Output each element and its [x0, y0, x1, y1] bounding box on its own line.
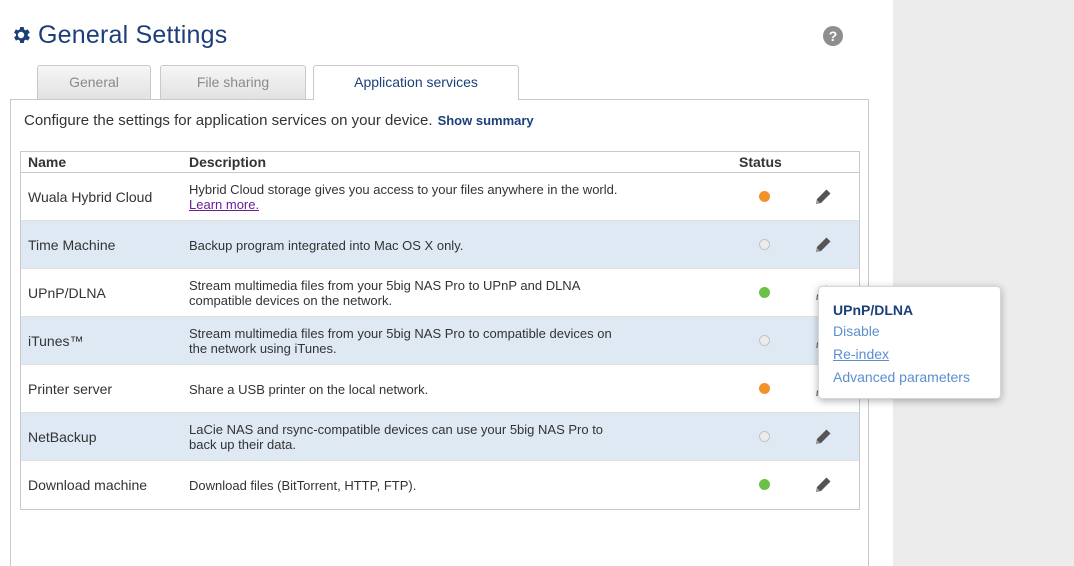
- table-row: iTunes™ Stream multimedia files from you…: [21, 317, 859, 365]
- status-indicator: [759, 431, 770, 442]
- column-header-description: Description: [189, 154, 267, 170]
- menu-item-advanced-parameters[interactable]: Advanced parameters: [833, 366, 1000, 389]
- tab-file-sharing[interactable]: File sharing: [160, 65, 306, 99]
- intro-text: Configure the settings for application s…: [24, 112, 534, 129]
- service-name: Time Machine: [28, 237, 116, 253]
- description-line: Stream multimedia files from your 5big N…: [189, 278, 581, 293]
- description-line: the network using iTunes.: [189, 341, 337, 356]
- service-description: Stream multimedia files from your 5big N…: [189, 269, 734, 317]
- pencil-icon[interactable]: [813, 475, 833, 495]
- table-row: Download machine Download files (BitTorr…: [21, 461, 859, 509]
- description-line: Stream multimedia files from your 5big N…: [189, 326, 612, 341]
- service-name: Download machine: [28, 477, 148, 493]
- menu-item-re-index[interactable]: Re-index: [833, 343, 1000, 366]
- status-indicator: [759, 479, 770, 490]
- pencil-icon[interactable]: [813, 187, 833, 207]
- learn-more-link[interactable]: Learn more.: [189, 197, 259, 212]
- tab-application-services[interactable]: Application services: [313, 65, 519, 100]
- column-header-status: Status: [739, 154, 782, 170]
- right-side-panel: [893, 0, 1074, 566]
- service-description: Backup program integrated into Mac OS X …: [189, 221, 734, 269]
- table-row: Time Machine Backup program integrated i…: [21, 221, 859, 269]
- service-name: iTunes™: [28, 333, 84, 349]
- status-indicator: [759, 239, 770, 250]
- status-indicator: [759, 335, 770, 346]
- description-line: Download files (BitTorrent, HTTP, FTP).: [189, 477, 417, 493]
- pencil-icon[interactable]: [813, 235, 833, 255]
- question-circle-icon[interactable]: ?: [823, 26, 843, 46]
- page-title: General Settings: [38, 20, 228, 49]
- description-line: compatible devices on the network.: [189, 293, 393, 308]
- show-summary-link[interactable]: Show summary: [438, 113, 534, 128]
- menu-item-disable[interactable]: Disable: [833, 320, 1000, 343]
- service-description: Hybrid Cloud storage gives you access to…: [189, 173, 734, 221]
- description-line: Hybrid Cloud storage gives you access to…: [189, 182, 618, 197]
- pencil-icon[interactable]: [813, 427, 833, 447]
- service-description: Stream multimedia files from your 5big N…: [189, 317, 734, 365]
- table-header: Name Description Status: [21, 152, 859, 173]
- service-name: Printer server: [28, 381, 113, 397]
- description-line: Share a USB printer on the local network…: [189, 381, 429, 397]
- table-row: Printer server Share a USB printer on th…: [21, 365, 859, 413]
- status-indicator: [759, 191, 770, 202]
- gear-icon: [14, 27, 30, 43]
- status-indicator: [759, 383, 770, 394]
- service-name: Wuala Hybrid Cloud: [28, 189, 153, 205]
- services-table: Name Description Status Wuala Hybrid Clo…: [20, 151, 860, 510]
- service-description: Share a USB printer on the local network…: [189, 365, 734, 413]
- description-line: LaCie NAS and rsync-compatible devices c…: [189, 422, 604, 437]
- context-menu-title: UPnP/DLNA: [833, 302, 914, 318]
- service-description: Download files (BitTorrent, HTTP, FTP).: [189, 461, 734, 509]
- service-name: UPnP/DLNA: [28, 285, 106, 301]
- table-row: UPnP/DLNA Stream multimedia files from y…: [21, 269, 859, 317]
- description-line: Backup program integrated into Mac OS X …: [189, 237, 464, 253]
- application-services-panel: Configure the settings for application s…: [10, 99, 869, 566]
- column-header-name: Name: [28, 154, 67, 170]
- description-line: back up their data.: [189, 437, 296, 452]
- service-context-menu: UPnP/DLNA Disable Re-index Advanced para…: [818, 286, 1001, 399]
- tab-general[interactable]: General: [37, 65, 151, 99]
- table-row: NetBackup LaCie NAS and rsync-compatible…: [21, 413, 859, 461]
- intro-description: Configure the settings for application s…: [24, 112, 433, 129]
- page-header: General Settings: [10, 18, 227, 52]
- service-name: NetBackup: [28, 429, 97, 445]
- service-description: LaCie NAS and rsync-compatible devices c…: [189, 413, 734, 461]
- table-row: Wuala Hybrid Cloud Hybrid Cloud storage …: [21, 173, 859, 221]
- status-indicator: [759, 287, 770, 298]
